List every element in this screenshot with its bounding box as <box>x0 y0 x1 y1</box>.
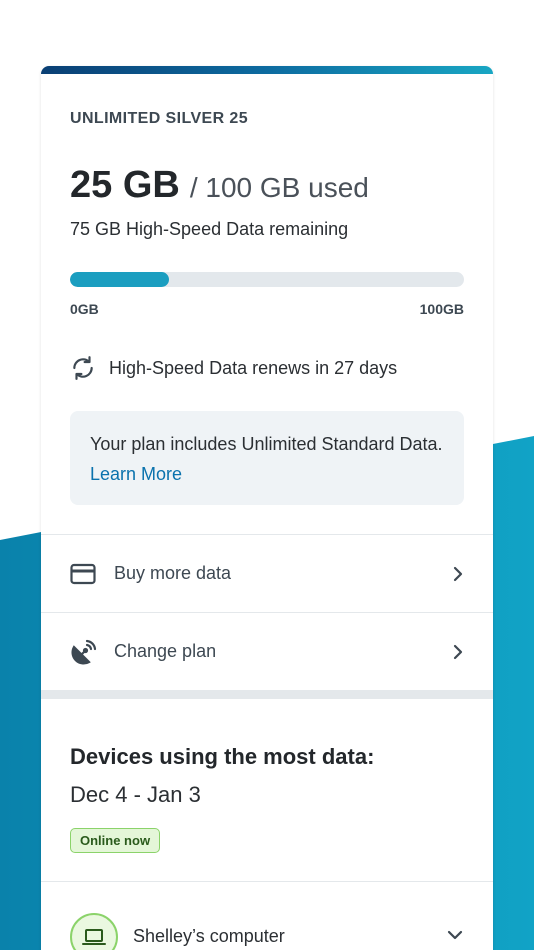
satellite-dish-icon <box>70 638 102 666</box>
used-amount: 25 GB <box>70 164 180 206</box>
buy-more-data-row[interactable]: Buy more data <box>41 534 493 612</box>
usage-scale: 0GB 100GB <box>70 301 464 317</box>
usage-progress-bar <box>70 272 464 287</box>
devices-title: Devices using the most data: <box>70 744 375 769</box>
refresh-icon <box>73 356 93 380</box>
info-text: Your plan includes Unlimited Standard Da… <box>90 434 443 454</box>
scale-min: 0GB <box>70 301 99 317</box>
change-plan-row[interactable]: Change plan <box>41 612 493 690</box>
laptop-icon <box>70 912 118 950</box>
plan-summary: UNLIMITED SILVER 25 25 GB / 100 GB used … <box>41 110 493 505</box>
usage-progress-fill <box>70 272 169 287</box>
chevron-down-icon <box>446 928 464 946</box>
usage-line: 25 GB / 100 GB used <box>70 164 464 207</box>
online-status-badge: Online now <box>70 828 161 853</box>
remaining-data: 75 GB High-Speed Data remaining <box>70 219 349 239</box>
change-plan-label: Change plan <box>114 641 217 661</box>
total-amount: / 100 GB used <box>189 172 369 203</box>
devices-date-range: Dec 4 - Jan 3 <box>70 782 201 807</box>
chevron-right-icon <box>448 643 464 661</box>
device-name: Shelley’s computer <box>133 926 285 946</box>
learn-more-link[interactable]: Learn More <box>90 459 182 489</box>
scale-max: 100GB <box>419 301 464 317</box>
renewal-text: High-Speed Data renews in 27 days <box>109 357 398 378</box>
device-row[interactable]: Shelley’s computer <box>41 881 493 950</box>
plan-name: UNLIMITED SILVER 25 <box>70 110 248 127</box>
credit-card-icon <box>70 563 102 585</box>
buy-more-data-label: Buy more data <box>114 563 232 583</box>
chevron-right-icon <box>448 565 464 583</box>
plan-info-box: Your plan includes Unlimited Standard Da… <box>70 411 464 505</box>
section-divider <box>41 690 493 699</box>
card-accent-bar <box>41 66 493 74</box>
plan-card: UNLIMITED SILVER 25 25 GB / 100 GB used … <box>41 66 493 950</box>
devices-section: Devices using the most data: Dec 4 - Jan… <box>41 744 493 853</box>
renewal-info: High-Speed Data renews in 27 days <box>70 355 464 381</box>
